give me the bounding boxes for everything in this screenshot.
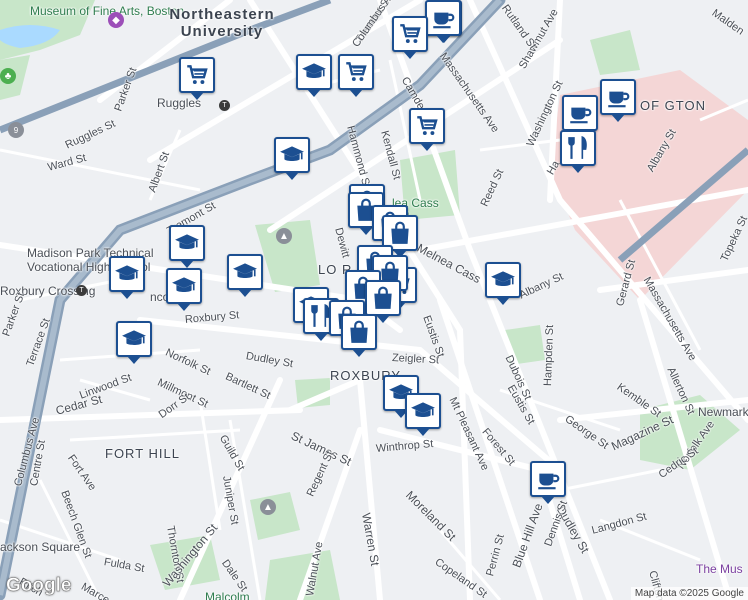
map-canvas[interactable]: Museum of Fine Arts, Boston Northeastern…: [0, 0, 748, 600]
education-pin[interactable]: [227, 254, 263, 297]
boston-u-label: OF GTON: [640, 98, 706, 113]
grocery-pin[interactable]: [409, 108, 445, 151]
fork-knife-icon: [565, 135, 591, 161]
street-label: Zeigler St: [391, 352, 440, 367]
education-pin[interactable]: [485, 262, 521, 305]
graduation-cap-icon: [490, 267, 516, 293]
shopping-pin[interactable]: [341, 314, 377, 357]
route-9-shield: 9: [8, 122, 24, 138]
grocery-pin[interactable]: [392, 16, 428, 59]
restaurant-pin[interactable]: [560, 130, 596, 173]
jackson-square-label: ackson Square: [0, 540, 81, 554]
school-poi-icon: ▲: [260, 499, 276, 515]
graduation-cap-icon: [114, 261, 140, 287]
shopping-cart-icon: [397, 21, 423, 47]
newmarket-label: Newmark: [698, 405, 748, 419]
coffee-cup-icon: [430, 5, 456, 31]
shopping-bag-icon: [370, 285, 396, 311]
shopping-bag-icon: [387, 220, 413, 246]
grocery-pin[interactable]: [179, 57, 215, 100]
museum-label: Museum of Fine Arts, Boston: [30, 4, 185, 18]
coffee-pin[interactable]: [530, 461, 566, 504]
coffee-cup-icon: [567, 100, 593, 126]
graduation-cap-icon: [410, 398, 436, 424]
education-pin[interactable]: [116, 321, 152, 364]
education-pin[interactable]: [109, 256, 145, 299]
shopping-bag-icon: [346, 319, 372, 345]
education-pin[interactable]: [405, 393, 441, 436]
museum-poi-icon: ◆: [108, 12, 124, 28]
ruggles-train-icon: T: [219, 100, 230, 111]
coffee-pin[interactable]: [600, 79, 636, 122]
graduation-cap-icon: [301, 59, 327, 85]
education-pin[interactable]: [296, 54, 332, 97]
park-poi-icon: ♣: [0, 68, 16, 84]
coffee-cup-icon: [535, 466, 561, 492]
education-pin[interactable]: [274, 137, 310, 180]
shopping-cart-icon: [414, 113, 440, 139]
graduation-cap-icon: [174, 230, 200, 256]
shopping-cart-icon: [184, 62, 210, 88]
northeastern-label: Northeastern University: [169, 6, 275, 40]
coffee-cup-icon: [605, 84, 631, 110]
graduation-cap-icon: [171, 273, 197, 299]
grocery-pin[interactable]: [338, 54, 374, 97]
roxbury-crossing-train-icon: T: [76, 285, 87, 296]
street-label: Hampden St: [542, 324, 557, 387]
the-museum-label: The Mus: [696, 562, 743, 576]
map-attribution[interactable]: Map data ©2025 Google: [630, 587, 748, 600]
coffee-pin[interactable]: [562, 95, 598, 138]
google-logo: Google: [6, 575, 72, 597]
education-pin[interactable]: [166, 268, 202, 311]
education-pin[interactable]: [169, 225, 205, 268]
graduation-cap-icon: [279, 142, 305, 168]
shopping-cart-icon: [343, 59, 369, 85]
school-poi-icon: ▲: [276, 228, 292, 244]
shopping-pin[interactable]: [365, 280, 401, 323]
graduation-cap-icon: [232, 259, 258, 285]
coffee-pin[interactable]: [425, 0, 461, 43]
graduation-cap-icon: [121, 326, 147, 352]
fort-hill-label: FORT HILL: [105, 446, 180, 461]
